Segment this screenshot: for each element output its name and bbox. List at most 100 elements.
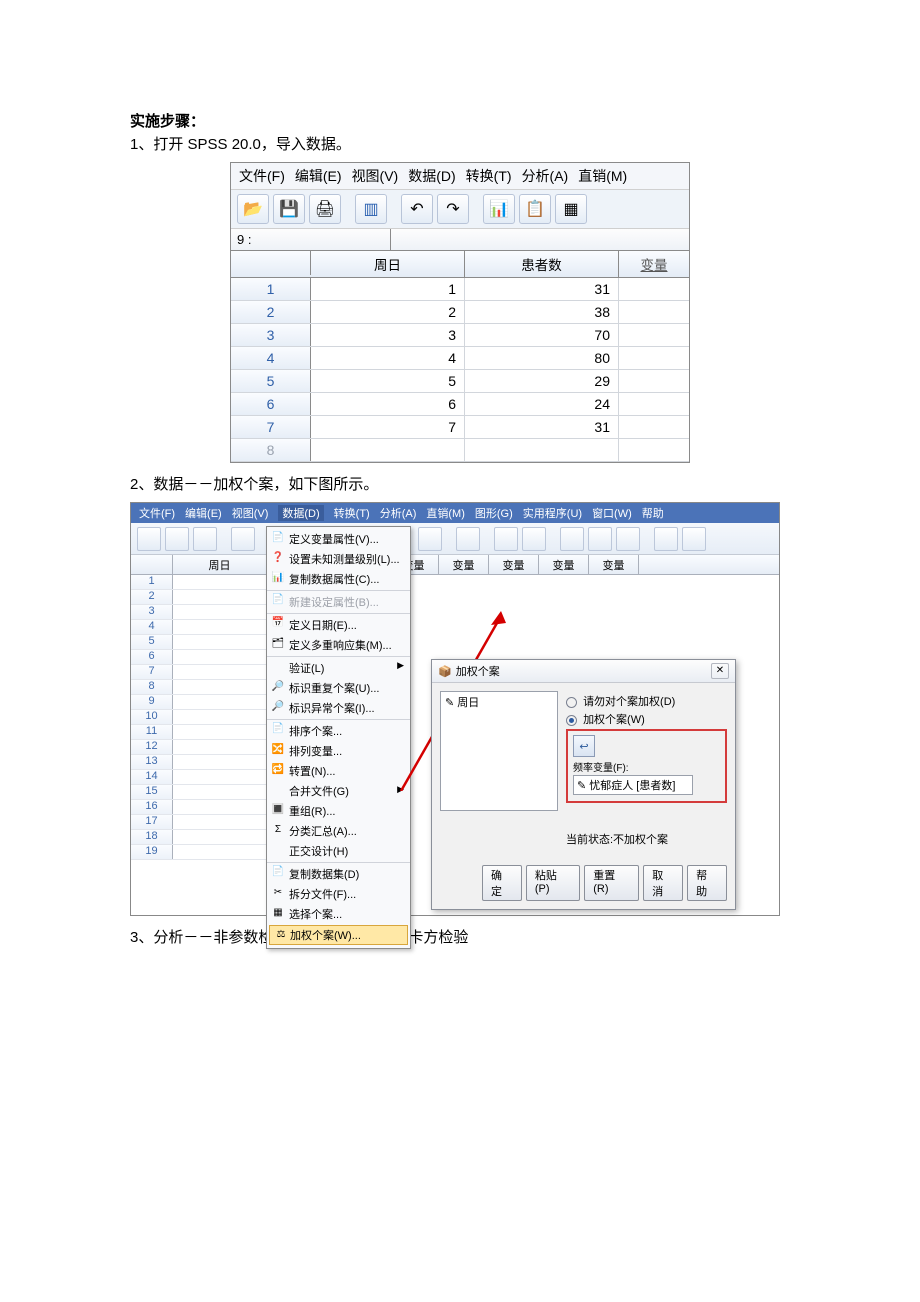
menu-item[interactable]: 📊复制数据属性(C)... [267,569,410,589]
cell-count[interactable]: 38 [465,301,619,323]
row-header[interactable]: 15 [131,785,173,799]
menu2-file[interactable]: 文件(F) [139,505,175,521]
menu-direct[interactable]: 直销(M) [578,166,627,186]
row-header[interactable]: 5 [231,370,311,392]
row-header[interactable]: 16 [131,800,173,814]
menu-view[interactable]: 视图(V) [352,166,399,186]
data-row[interactable]: 14 [131,770,266,785]
menu2-direct[interactable]: 直销(M) [426,505,465,521]
chart-icon[interactable] [231,527,255,551]
data-row[interactable]: 2 [131,590,266,605]
row-header[interactable]: 4 [131,620,173,634]
print-icon[interactable] [193,527,217,551]
menu-item[interactable]: Σ分类汇总(A)... [267,821,410,841]
cancel-button[interactable]: 取消 [643,865,683,901]
row-header[interactable]: 3 [231,324,311,346]
cell-var[interactable] [619,370,689,392]
variables-icon[interactable]: 📋 [519,194,551,224]
cell-count[interactable]: 31 [465,278,619,300]
abc-icon[interactable] [654,527,678,551]
data-row[interactable]: 8 [131,680,266,695]
row-header[interactable]: 17 [131,815,173,829]
menu2-data[interactable]: 数据(D) [278,505,323,521]
data-row[interactable]: 19 [131,845,266,860]
menu-item[interactable]: ❓设置未知测量级别(L)... [267,549,410,569]
radio-no-weight[interactable]: 请勿对个案加权(D) [566,693,727,709]
row-header[interactable]: 8 [131,680,173,694]
data-row[interactable]: 6624 [231,393,689,416]
cell-var[interactable] [619,301,689,323]
cell-day[interactable]: 1 [311,278,465,300]
row-header[interactable]: 8 [231,439,311,461]
left-col-header[interactable]: 周日 [173,555,266,574]
weight-cases-dialog[interactable]: 📦 加权个案 ✕ ✎ 周日 请勿对个案加权(D) 加权个案(W) [431,659,736,910]
data-row[interactable]: 2238 [231,301,689,324]
data-row[interactable]: 7 [131,665,266,680]
menu2-help[interactable]: 帮助 [642,505,664,521]
menu-item[interactable]: ⚖加权个案(W)... [269,925,408,945]
variable-item[interactable]: 周日 [457,697,479,709]
col-header-day[interactable]: 周日 [311,251,465,277]
save-icon[interactable]: 💾 [273,194,305,224]
cell-day[interactable]: 6 [311,393,465,415]
cell-count[interactable]: 31 [465,416,619,438]
row-header[interactable]: 1 [231,278,311,300]
radio-icon[interactable] [566,697,577,708]
menu-item[interactable]: 📄定义变量属性(V)... [267,529,410,549]
row-header[interactable]: 2 [231,301,311,323]
menu-item[interactable]: 📄复制数据集(D) [267,862,410,884]
data-row[interactable]: 17 [131,815,266,830]
row-header[interactable]: 11 [131,725,173,739]
ok-button[interactable]: 确定 [482,865,522,901]
variable-list[interactable]: ✎ 周日 [440,691,558,811]
cell-day[interactable] [311,439,465,461]
cell-count[interactable]: 70 [465,324,619,346]
data-row[interactable]: 13 [131,755,266,770]
data-row[interactable]: 1 [131,575,266,590]
open-icon[interactable] [137,527,161,551]
undo-icon[interactable]: ↶ [401,194,433,224]
col-header[interactable]: 变量 [539,555,589,574]
menu-analyze[interactable]: 分析(A) [522,166,569,186]
labels-icon[interactable] [616,527,640,551]
menu-data[interactable]: 数据(D) [408,166,455,186]
cell-day[interactable]: 7 [311,416,465,438]
cell-var[interactable] [619,393,689,415]
data-row[interactable]: 9 [131,695,266,710]
radio-weight-cases[interactable]: 加权个案(W) [566,711,727,727]
row-header[interactable]: 6 [231,393,311,415]
menu-item[interactable]: 合并文件(G)▶ [267,781,410,801]
menu2-graphs[interactable]: 图形(G) [475,505,513,521]
close-icon[interactable]: ✕ [711,663,729,679]
menu-transform[interactable]: 转换(T) [466,166,512,186]
goto-icon[interactable]: 📊 [483,194,515,224]
row-header[interactable]: 7 [231,416,311,438]
col-header[interactable]: 变量 [439,555,489,574]
row-header[interactable]: 3 [131,605,173,619]
data-row[interactable]: 5 [131,635,266,650]
menu-item[interactable]: 🔎标识异常个案(I)... [267,698,410,718]
cell-count[interactable]: 24 [465,393,619,415]
redo-icon[interactable]: ↷ [437,194,469,224]
data-row[interactable]: 8 [231,439,689,462]
cell-day[interactable]: 4 [311,347,465,369]
data-row[interactable]: 4480 [231,347,689,370]
cell-var[interactable] [619,324,689,346]
menu-item[interactable]: 正交设计(H) [267,841,410,861]
data-menu-dropdown[interactable]: 📄定义变量属性(V)...❓设置未知测量级别(L)...📊复制数据属性(C)..… [266,526,411,949]
radio-icon[interactable] [566,715,577,726]
data-row[interactable]: 12 [131,740,266,755]
data-row[interactable]: 5529 [231,370,689,393]
help-button[interactable]: 帮助 [687,865,727,901]
row-header[interactable]: 2 [131,590,173,604]
menu2-transform[interactable]: 转换(T) [334,505,370,521]
paste-button[interactable]: 粘贴(P) [526,865,580,901]
cell-day[interactable]: 2 [311,301,465,323]
misc-icon[interactable] [682,527,706,551]
menu-item[interactable]: 🔳重组(R)... [267,801,410,821]
data-row[interactable]: 11 [131,725,266,740]
cell-day[interactable]: 3 [311,324,465,346]
data-row[interactable]: 3370 [231,324,689,347]
find-icon[interactable] [494,527,518,551]
cell-var[interactable] [619,347,689,369]
